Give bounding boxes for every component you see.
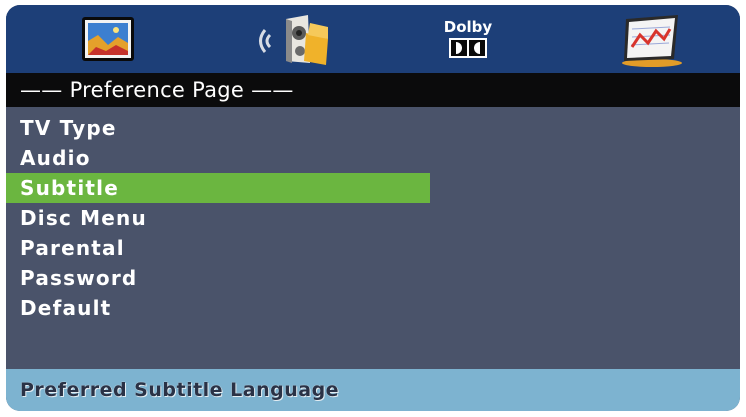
menu-item-password[interactable]: Password xyxy=(6,263,430,293)
tab-preference-setup[interactable] xyxy=(612,11,690,69)
page-title: —— Preference Page —— xyxy=(6,73,740,107)
speaker-icon xyxy=(259,15,328,65)
dolby-label: Dolby xyxy=(443,18,493,36)
dolby-icon xyxy=(449,38,487,58)
menu-item-disc-menu[interactable]: Disc Menu xyxy=(6,203,430,233)
tab-general-setup[interactable] xyxy=(72,11,144,69)
help-text-bar: Preferred Subtitle Language xyxy=(6,369,740,411)
menu-item-subtitle[interactable]: Subtitle xyxy=(6,173,430,203)
preference-chart-icon xyxy=(622,15,682,67)
tab-dolby-setup[interactable]: Dolby xyxy=(434,11,502,69)
preference-menu: TV Type Audio Subtitle Disc Menu Parenta… xyxy=(6,113,740,323)
menu-item-audio[interactable]: Audio xyxy=(6,143,430,173)
menu-item-default[interactable]: Default xyxy=(6,293,430,323)
tab-audio-setup[interactable] xyxy=(256,11,336,69)
menu-item-tv-type[interactable]: TV Type xyxy=(6,113,430,143)
osd-screen: Dolby —— Preference Page —— TV Type Audi… xyxy=(6,5,740,411)
tv-screen-icon xyxy=(82,17,134,61)
menu-item-parental[interactable]: Parental xyxy=(6,233,430,263)
setup-icon-bar: Dolby xyxy=(6,5,740,73)
